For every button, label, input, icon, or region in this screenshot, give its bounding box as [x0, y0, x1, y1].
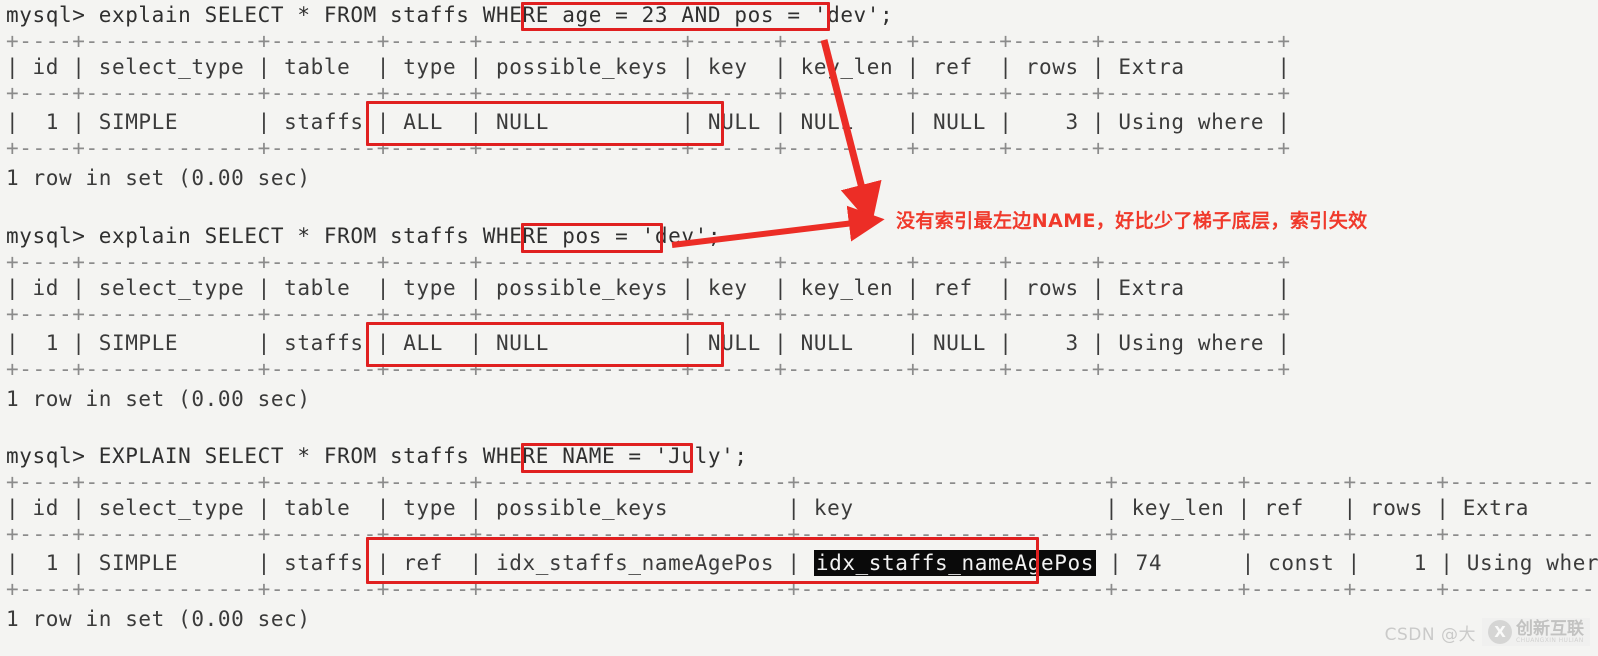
sql-command-1: mysql> explain SELECT * FROM staffs WHER… [6, 3, 894, 27]
table-rule-bot-1: +----+-------------+--------+------+----… [6, 136, 1291, 160]
key-cell-selected: idx_staffs_nameAgePos [813, 550, 1096, 576]
sql-command-3: mysql> EXPLAIN SELECT * FROM staffs WHER… [6, 444, 748, 468]
table-row-1: | 1 | SIMPLE | staffs | ALL | NULL | NUL… [6, 110, 1291, 134]
watermark-brand: 创新互联 CHUANGXIN HULIAN [1516, 618, 1584, 644]
watermark-brand-cn: 创新互联 [1516, 618, 1584, 639]
table-rule-bot-2: +----+-------------+--------+------+----… [6, 357, 1291, 381]
table-rule-top-3: +----+-------------+--------+------+----… [6, 470, 1598, 494]
table-rule-top-2: +----+-------------+--------+------+----… [6, 250, 1291, 274]
table-rule-mid-3: +----+-------------+--------+------+----… [6, 522, 1598, 546]
table-rule-bot-3: +----+-------------+--------+------+----… [6, 577, 1598, 601]
watermark-brand-en: CHUANGXIN HULIAN [1516, 636, 1584, 644]
watermark-logo: X 创新互联 CHUANGXIN HULIAN [1482, 618, 1590, 646]
annotation-note: 没有索引最左边NAME，好比少了梯子底层，索引失效 [896, 210, 1368, 232]
watermark: CSDN @大 X 创新互联 CHUANGXIN HULIAN [1385, 618, 1590, 646]
terminal-window: mysql> explain SELECT * FROM staffs WHER… [0, 0, 1598, 656]
table-row-2: | 1 | SIMPLE | staffs | ALL | NULL | NUL… [6, 331, 1291, 355]
table-rule-mid-1: +----+-------------+--------+------+----… [6, 81, 1291, 105]
table-header-3: | id | select_type | table | type | poss… [6, 496, 1598, 520]
row-suffix-3: | 74 | const | 1 | Using where | [1095, 551, 1598, 575]
brand-mark-icon: X [1488, 620, 1512, 644]
row-prefix-3: | 1 | SIMPLE | staffs | ref | idx_staffs… [6, 551, 814, 575]
sql-command-2: mysql> explain SELECT * FROM staffs WHER… [6, 224, 722, 248]
watermark-csdn-text: CSDN @大 [1384, 624, 1476, 645]
table-rule-top-1: +----+-------------+--------+------+----… [6, 29, 1291, 53]
table-header-2: | id | select_type | table | type | poss… [6, 276, 1291, 300]
table-header-1: | id | select_type | table | type | poss… [6, 55, 1291, 79]
table-row-3: | 1 | SIMPLE | staffs | ref | idx_staffs… [6, 550, 1598, 576]
status-line-2: 1 row in set (0.00 sec) [6, 387, 311, 411]
status-line-1: 1 row in set (0.00 sec) [6, 166, 311, 190]
status-line-3: 1 row in set (0.00 sec) [6, 607, 311, 631]
table-rule-mid-2: +----+-------------+--------+------+----… [6, 302, 1291, 326]
